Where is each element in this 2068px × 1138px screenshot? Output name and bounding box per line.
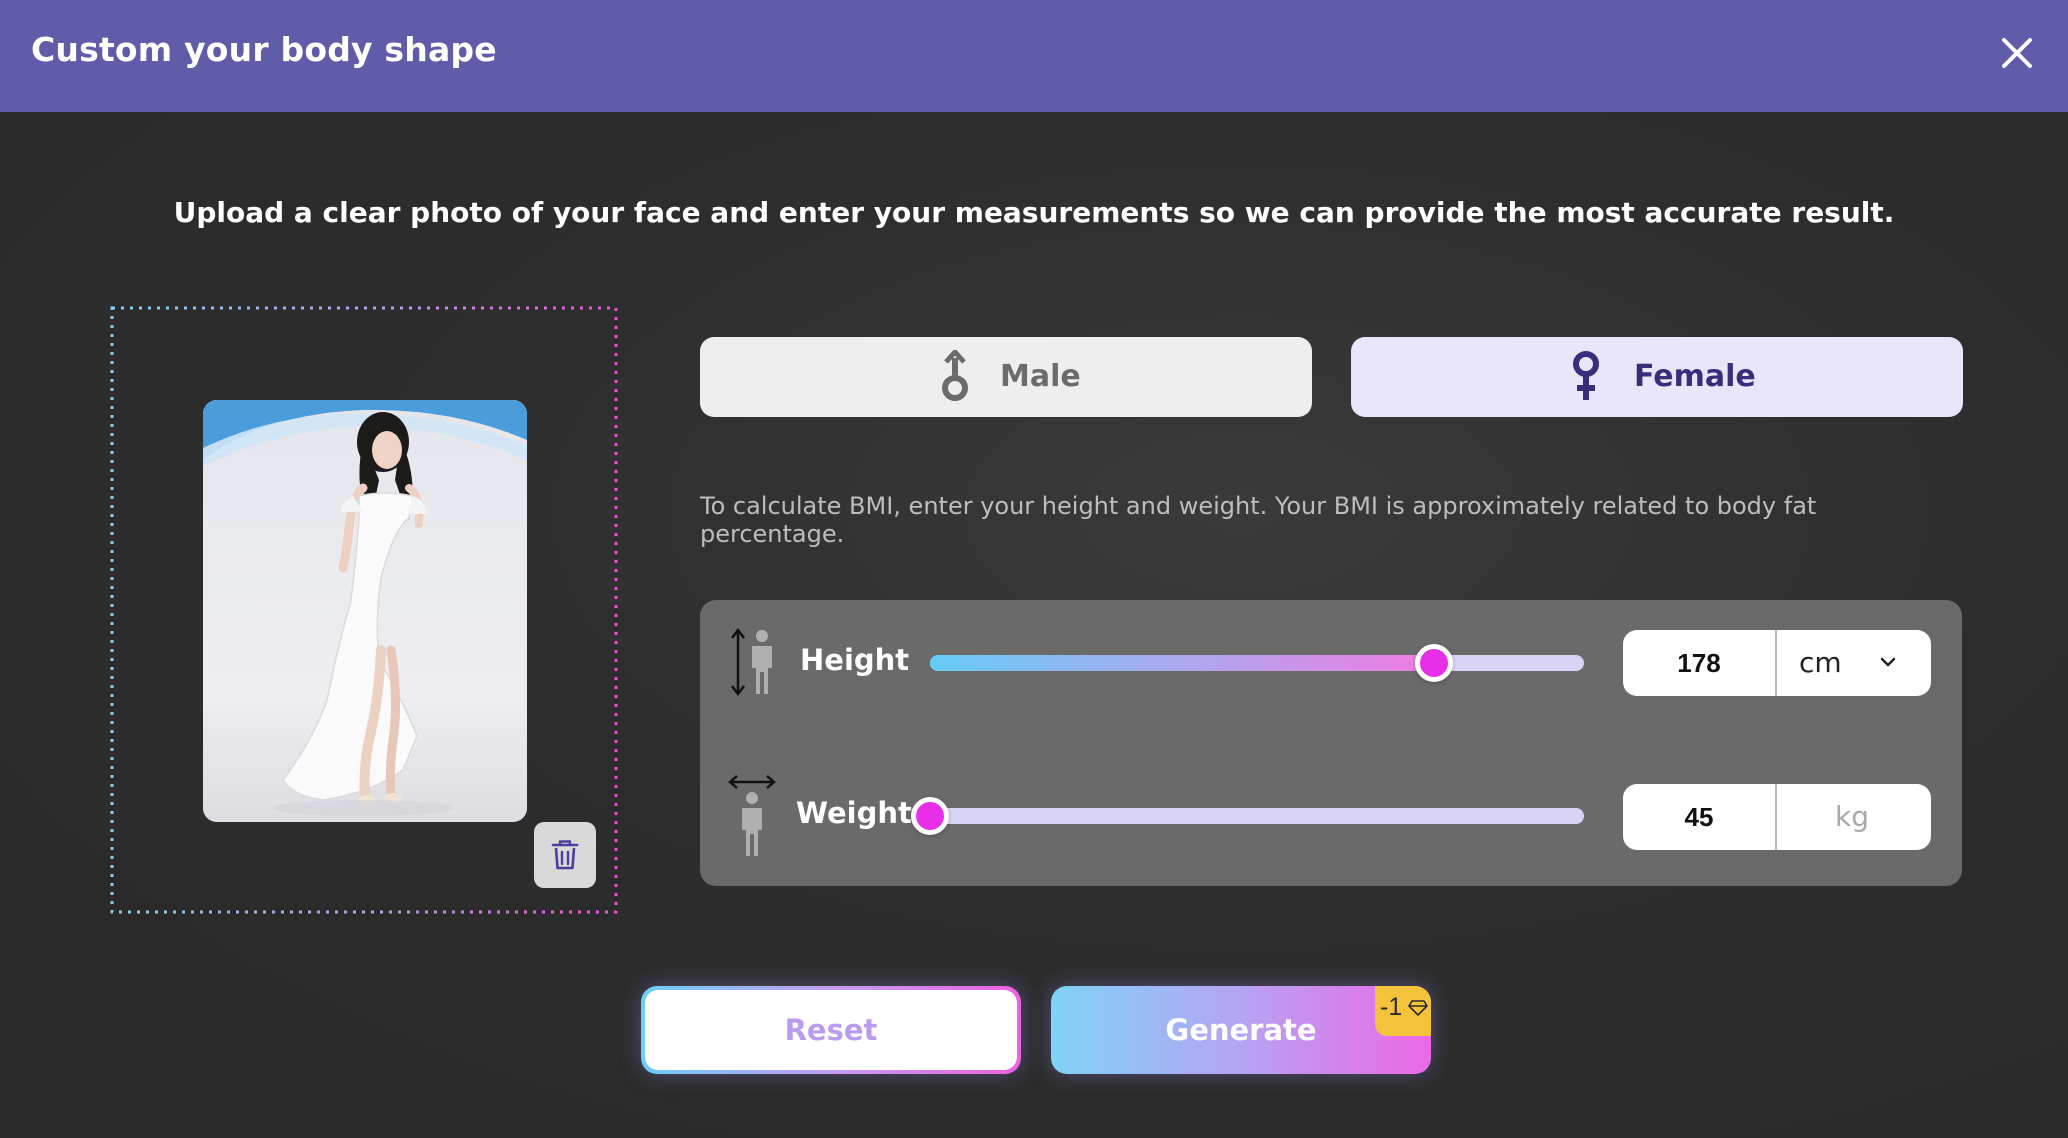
height-unit-select[interactable]: cm [1777, 630, 1931, 696]
intro-text: Upload a clear photo of your face and en… [173, 196, 1895, 229]
gender-female-label: Female [1634, 359, 1756, 394]
generate-button-label: Generate [1165, 1013, 1317, 1047]
reset-button-label: Reset [645, 990, 1017, 1070]
weight-label: Weight [796, 796, 912, 830]
gender-male-label: Male [1000, 359, 1081, 394]
modal-header: Custom your body shape [0, 0, 2068, 112]
height-person-icon [731, 627, 772, 697]
height-label: Height [800, 643, 910, 677]
female-symbol-icon [1573, 351, 1599, 400]
photo-upload-area[interactable] [110, 306, 618, 914]
chevron-down-icon [1880, 657, 1896, 667]
generate-cost-badge: -1 [1375, 986, 1431, 1036]
gender-male-button[interactable]: Male [700, 337, 1312, 417]
close-button[interactable] [1994, 30, 2040, 76]
body-shape-modal: Custom your body shape Upload a clear ph… [0, 0, 2068, 1138]
delete-photo-button[interactable] [534, 822, 596, 888]
gender-female-button[interactable]: Female [1351, 337, 1963, 417]
weight-slider-thumb[interactable] [911, 797, 949, 835]
male-symbol-icon [942, 350, 968, 401]
generate-cost-text: -1 [1380, 993, 1403, 1021]
height-unit-label: cm [1799, 646, 1842, 679]
measurements-panel: Height cm Weight [700, 600, 1962, 886]
diamond-icon [1408, 1000, 1428, 1016]
weight-value-input[interactable] [1623, 784, 1775, 850]
generate-button[interactable]: Generate -1 [1051, 986, 1431, 1074]
weight-input-group: kg [1623, 784, 1931, 850]
reset-button[interactable]: Reset [641, 986, 1021, 1074]
weight-unit-display: kg [1777, 784, 1931, 850]
height-slider-thumb[interactable] [1415, 644, 1453, 682]
trash-icon [551, 840, 579, 870]
weight-person-icon [728, 775, 776, 856]
height-value-input[interactable] [1623, 630, 1775, 696]
uploaded-photo [203, 400, 527, 822]
weight-slider[interactable] [911, 797, 1584, 835]
close-icon [2002, 38, 2032, 68]
height-slider-fill [930, 655, 1434, 671]
modal-title: Custom your body shape [31, 30, 497, 69]
height-input-group: cm [1623, 630, 1931, 696]
photo-illustration [203, 400, 527, 822]
bmi-hint-text: To calculate BMI, enter your height and … [700, 492, 1817, 548]
weight-unit-label: kg [1835, 800, 1869, 833]
height-slider[interactable] [930, 644, 1584, 682]
